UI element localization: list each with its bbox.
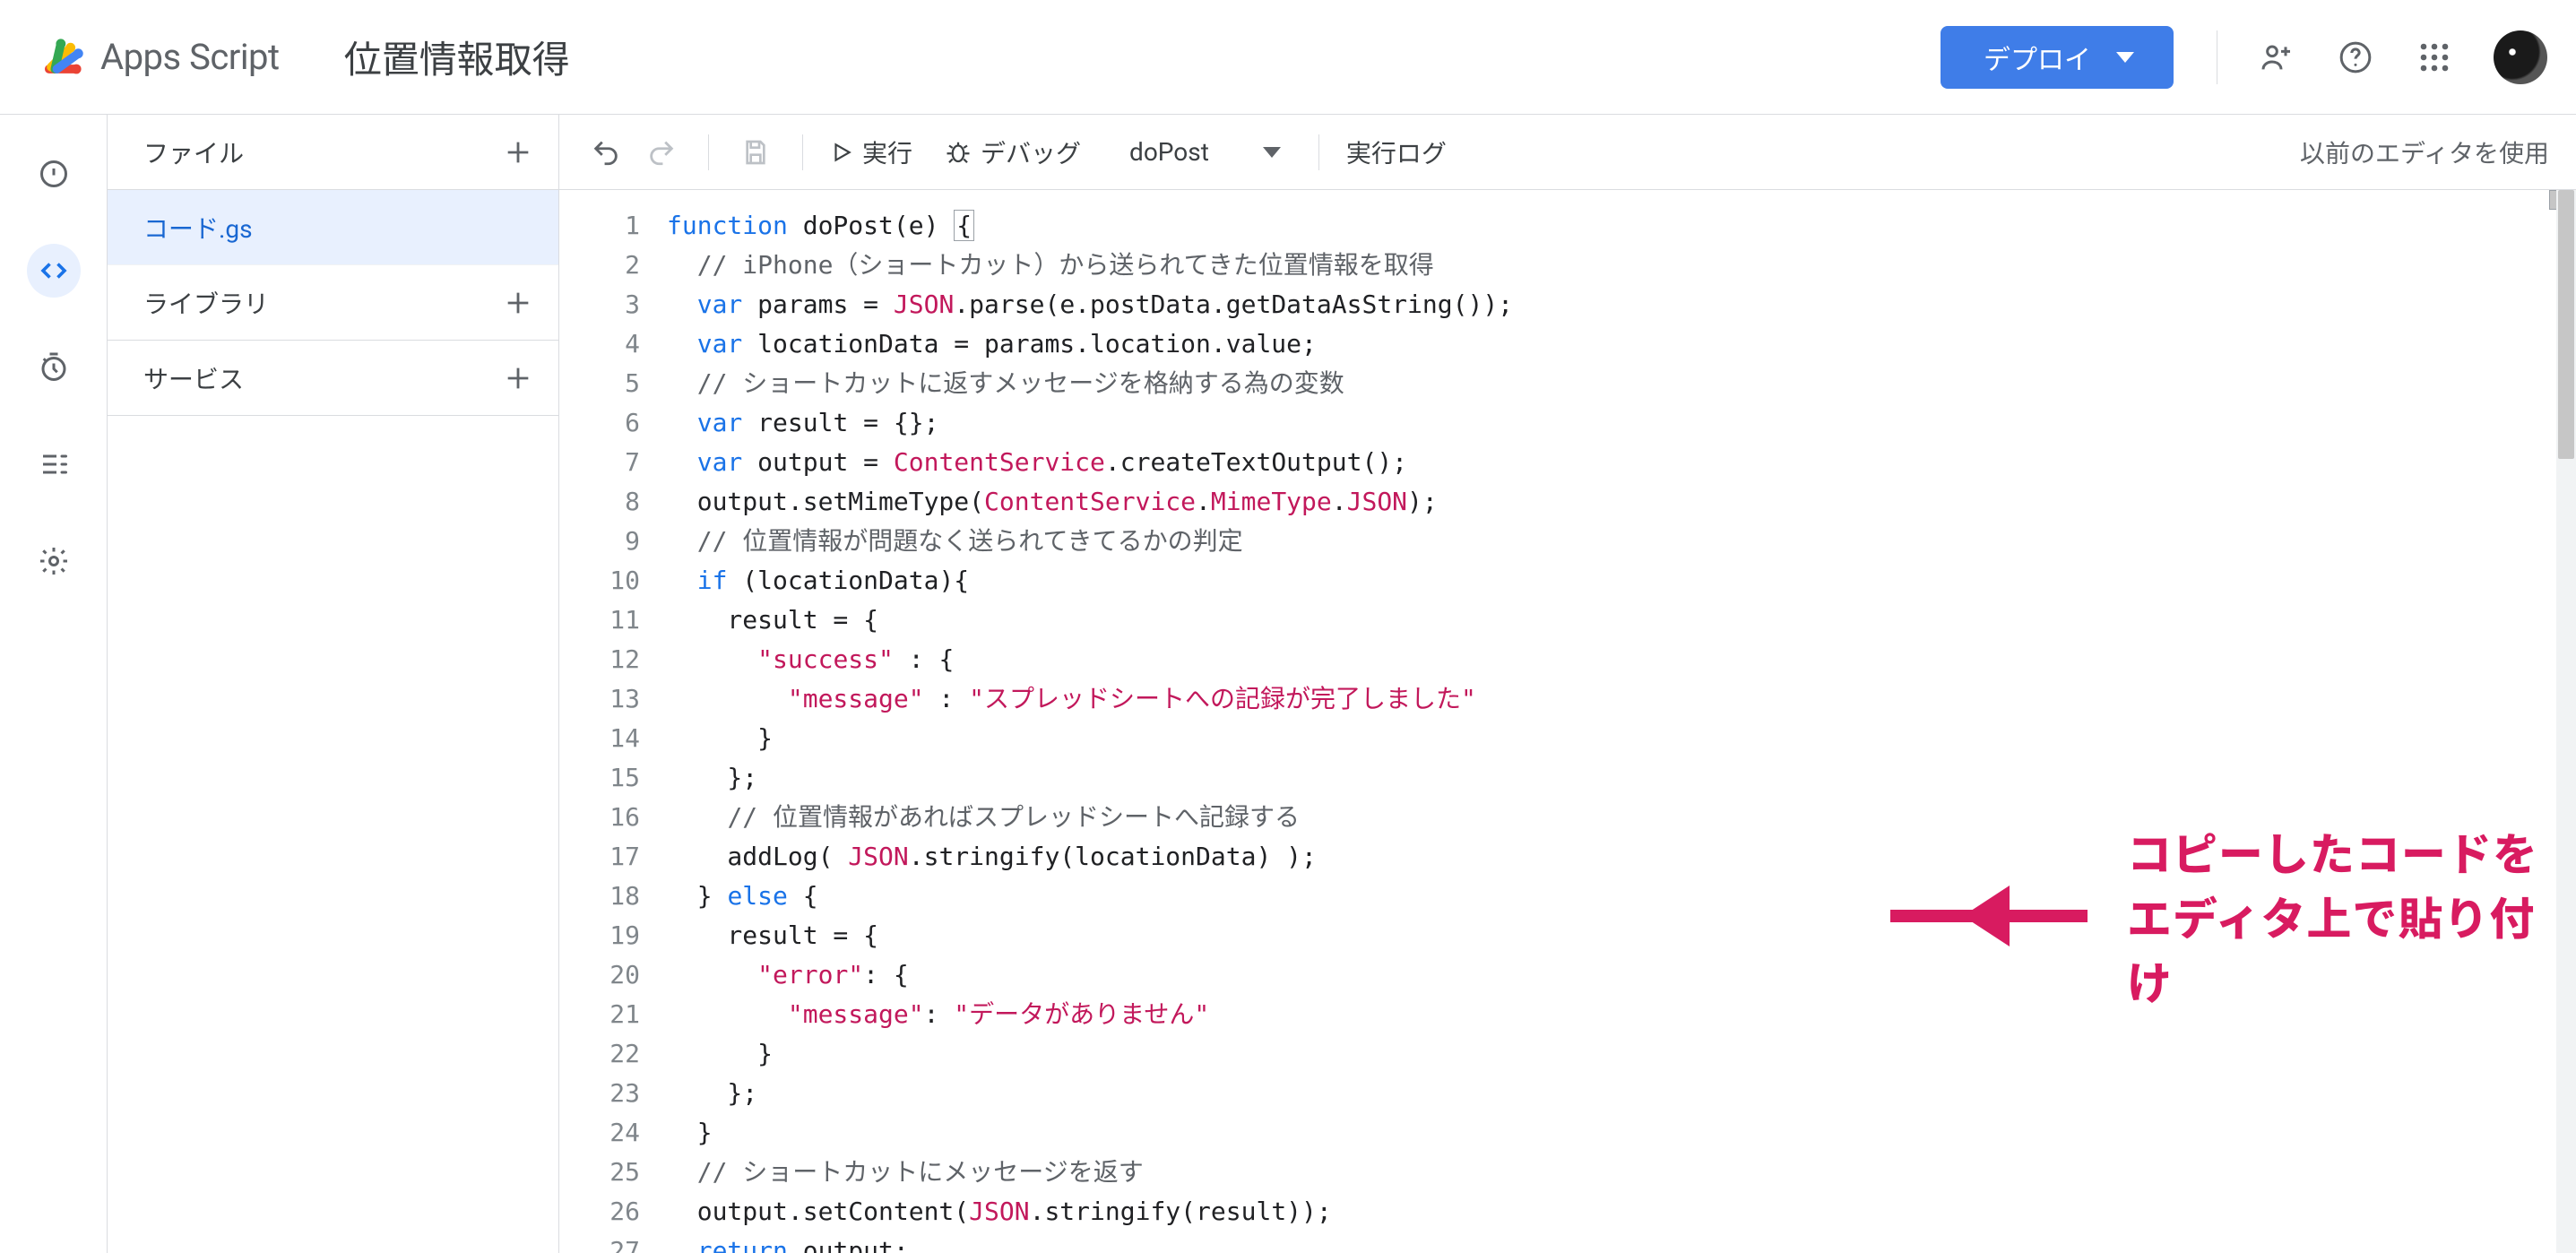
rail-settings[interactable] — [27, 534, 81, 588]
redo-icon[interactable] — [642, 133, 681, 172]
files-header-label: ファイル — [143, 134, 244, 170]
libraries-section-header: ライブラリ — [108, 265, 558, 341]
add-file-icon[interactable] — [503, 137, 533, 168]
file-item[interactable]: コード.gs — [108, 190, 558, 265]
rail-triggers[interactable] — [27, 341, 81, 394]
editor-main: 実行 デバッグ doPost 実行ログ 以前のエディタを使用 123456789… — [559, 115, 2576, 1253]
run-label: 実行 — [862, 134, 912, 170]
function-selector[interactable]: doPost — [1119, 137, 1292, 167]
files-panel: ファイル コード.gs ライブラリ サービス — [108, 115, 559, 1253]
add-library-icon[interactable] — [503, 288, 533, 318]
separator — [1318, 134, 1319, 170]
execution-log-label: 実行ログ — [1346, 134, 1447, 170]
deploy-button-label: デプロイ — [1984, 38, 2091, 77]
dropdown-caret-icon — [2116, 52, 2134, 63]
services-header-label: サービス — [143, 360, 244, 396]
services-section-header: サービス — [108, 341, 558, 416]
share-icon[interactable] — [2257, 38, 2296, 77]
deploy-button[interactable]: デプロイ — [1941, 26, 2174, 89]
apps-grid-icon[interactable] — [2415, 38, 2454, 77]
product-name: Apps Script — [100, 36, 280, 78]
account-avatar[interactable] — [2494, 30, 2547, 84]
files-section-header: ファイル — [108, 115, 558, 190]
left-rail — [0, 115, 108, 1253]
code-body[interactable]: function doPost(e) { // iPhone（ショートカット）か… — [667, 190, 2576, 1253]
apps-script-logo-icon — [39, 34, 86, 81]
rail-editor[interactable] — [27, 244, 81, 298]
line-numbers: 1234567891011121314151617181920212223242… — [559, 190, 667, 1253]
undo-icon[interactable] — [586, 133, 626, 172]
scrollbar-thumb[interactable] — [2558, 190, 2574, 459]
legacy-editor-link[interactable]: 以前のエディタを使用 — [2300, 134, 2549, 170]
product-logo-area[interactable]: Apps Script — [39, 34, 280, 81]
save-icon[interactable] — [736, 133, 775, 172]
rail-overview[interactable] — [27, 147, 81, 201]
code-editor[interactable]: 1234567891011121314151617181920212223242… — [559, 190, 2576, 1253]
separator — [802, 134, 803, 170]
separator — [708, 134, 709, 170]
add-service-icon[interactable] — [503, 363, 533, 393]
libraries-header-label: ライブラリ — [143, 285, 269, 321]
project-name[interactable]: 位置情報取得 — [344, 30, 570, 84]
help-icon[interactable] — [2336, 38, 2375, 77]
rail-executions[interactable] — [27, 437, 81, 491]
function-selected-label: doPost — [1129, 137, 1209, 167]
debug-button[interactable]: デバッグ — [945, 134, 1081, 170]
execution-log-button[interactable]: 実行ログ — [1346, 134, 1447, 170]
run-button[interactable]: 実行 — [830, 134, 912, 170]
dropdown-caret-icon — [1263, 147, 1281, 158]
debug-label: デバッグ — [981, 134, 1081, 170]
editor-toolbar: 実行 デバッグ doPost 実行ログ 以前のエディタを使用 — [559, 115, 2576, 190]
editor-scrollbar[interactable] — [2556, 190, 2576, 1253]
app-header: Apps Script 位置情報取得 デプロイ — [0, 0, 2576, 115]
